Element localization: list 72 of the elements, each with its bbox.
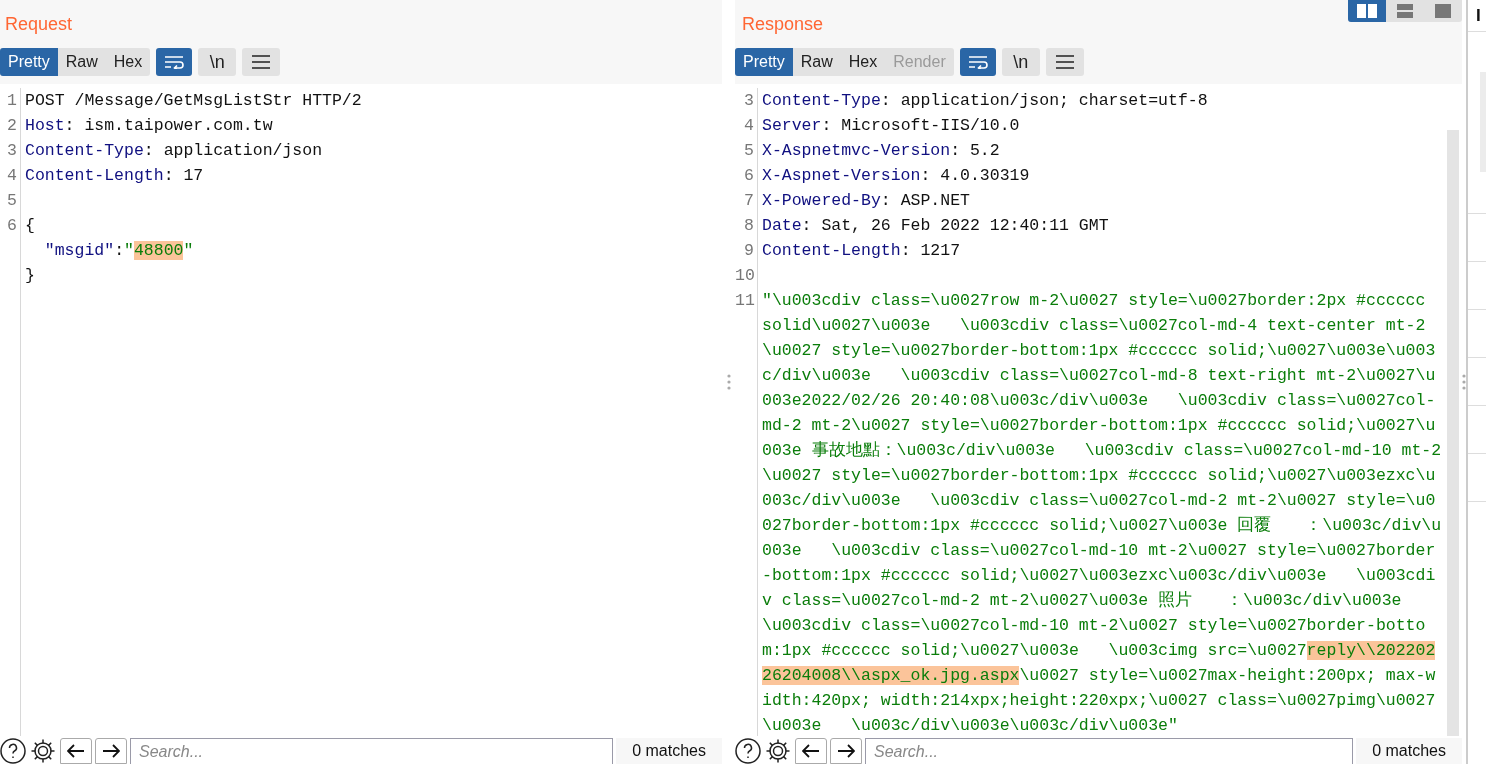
code-line: X-Aspnetmvc-Version: 5.2: [762, 140, 1001, 162]
line-number: 8: [744, 216, 754, 235]
previous-button[interactable]: [60, 738, 92, 764]
line-number: 11: [735, 291, 755, 310]
view-tab[interactable]: Pretty: [735, 48, 793, 76]
previous-button[interactable]: [795, 738, 827, 764]
menu-button[interactable]: [1045, 48, 1084, 76]
help-icon[interactable]: [0, 738, 26, 764]
line-number: 3: [7, 141, 17, 160]
line-number: 3: [744, 91, 754, 110]
search-field[interactable]: Search...: [865, 738, 1354, 764]
code-line: Content-Type: application/json: [25, 140, 324, 162]
next-button[interactable]: [830, 738, 862, 764]
layout-button[interactable]: [1348, 0, 1386, 22]
right-arrow-icon: [837, 744, 855, 758]
line-number: 10: [735, 266, 755, 285]
code-line: Content-Type: application/json; charset=utf-8: [762, 90, 1209, 112]
menu-button[interactable]: [242, 48, 281, 76]
line-number: 4: [7, 166, 17, 185]
wrap-button[interactable]: [156, 48, 193, 76]
rows-icon: [1397, 4, 1413, 18]
line-number: 6: [7, 216, 17, 235]
code-line: Date: Sat, 26 Feb 2022 12:40:11 GMT: [762, 215, 1110, 237]
code-line: }: [25, 265, 36, 287]
line-number: 2: [7, 116, 17, 135]
columns-icon: [1357, 4, 1377, 18]
view-tab[interactable]: Hex: [840, 48, 886, 76]
wrap-button[interactable]: [959, 48, 996, 76]
help-icon[interactable]: [735, 738, 761, 764]
code-line: "\u003cdiv class=\u0027row m-2\u0027 style=\u0027border:2px #cccccc solid\u0027\u003e \u003cdiv class=\u0027col-md-4 text-center mt-2\u0027 style=\u0027border-bottom:1px #cccccc solid;\u0027\u003e\u003c/div\u003e \u003cdiv class=\u0027col-md-8 text-right mt-2\u0027\u003e2022/02/26 20:40:08\u003c/div\u003e \u003cdiv class=\u0027col-md-2 mt-2\u0027 style=\u0027border-bottom:1px #cccccc solid;\u0027\u003e 事故地點：\u003c/div\u003e \u003cdiv class=\u0027col-md-10 mt-2\u0027 style=\u0027border-bottom:1px #cccccc solid;\u0027\u003ezxc\u003c/div\u003e \u003cdiv class=\u0027col-md-2 mt-2\u0027 style=\u0027border-bottom:1px #cccccc solid;\u0027\u003e 回覆 ：\u003c/div\u003e \u003cdiv class=\u0027col-md-10 mt-2\u0027 style=\u0027border-bottom:1px #cccccc solid;\u0027\u003ezxc\u003c/div\u003e \u003cdiv class=\u0027col-md-2 mt-2\u0027\u003e 照片 ：\u003c/div\u003e \u003cdiv class=\u0027col-md-10 mt-2\u0027 style=\u0027border-bottom:1px #cccccc solid;\u0027\u003e \u003cimg src=\u0027reply\\20220226204008\\aspx_ok.jpg.aspx\u0027 style=\u0027max-height:200px; max-width:420px; width:214xpx;height:220xpx;\u0027 class=\u0027pimg\u0027 \u003e \u003c/div\u003e\u003c/div\u003e": [762, 290, 1442, 737]
newline-button[interactable]: \n: [1001, 48, 1040, 76]
line-number: 4: [744, 116, 754, 135]
code-line: POST /Message/GetMsgListStr HTTP/2: [25, 90, 363, 112]
menu-icon: [1055, 55, 1074, 69]
drag-handle-icon[interactable]: [726, 374, 731, 390]
code-line: Server: Microsoft-IIS/10.0: [762, 115, 1021, 137]
menu-icon: [252, 55, 271, 69]
panel-title: Response: [742, 12, 824, 36]
settings-icon[interactable]: [764, 738, 792, 764]
view-tab[interactable]: Raw: [792, 48, 841, 76]
scrollbar[interactable]: [1447, 130, 1459, 736]
code-line: X-Aspnet-Version: 4.0.30319: [762, 165, 1031, 187]
wrap-icon: [164, 55, 185, 69]
line-number: 7: [744, 191, 754, 210]
code-line: "msgid":"48800": [43, 240, 195, 262]
code-line: {: [25, 215, 36, 237]
line-number: 6: [744, 166, 754, 185]
match-count: 0 matches: [616, 738, 722, 764]
view-tab[interactable]: Pretty: [0, 48, 58, 76]
line-number: 9: [744, 241, 754, 260]
left-arrow-icon: [802, 744, 820, 758]
left-arrow-icon: [67, 744, 85, 758]
search-field[interactable]: Search...: [130, 738, 614, 764]
code-line: X-Powered-By: ASP.NET: [762, 190, 971, 212]
single-pane-icon: [1435, 4, 1451, 18]
next-button[interactable]: [95, 738, 127, 764]
view-tab[interactable]: Raw: [57, 48, 106, 76]
newline-button[interactable]: \n: [198, 48, 237, 76]
drag-handle-icon[interactable]: [1462, 374, 1466, 390]
code-line: Content-Length: 1217: [762, 240, 962, 262]
right-arrow-icon: [102, 744, 120, 758]
match-count: 0 matches: [1356, 738, 1462, 764]
inspector-title: I: [1476, 4, 1481, 27]
line-number: 5: [744, 141, 754, 160]
line-number: 5: [7, 191, 17, 210]
wrap-icon: [967, 55, 988, 69]
panel-title: Request: [5, 12, 73, 36]
code-line: Host: ism.taipower.com.tw: [25, 115, 274, 137]
code-line: Content-Length: 17: [25, 165, 205, 187]
view-tab[interactable]: Hex: [105, 48, 151, 76]
line-number: 1: [7, 91, 17, 110]
settings-icon[interactable]: [29, 738, 57, 764]
